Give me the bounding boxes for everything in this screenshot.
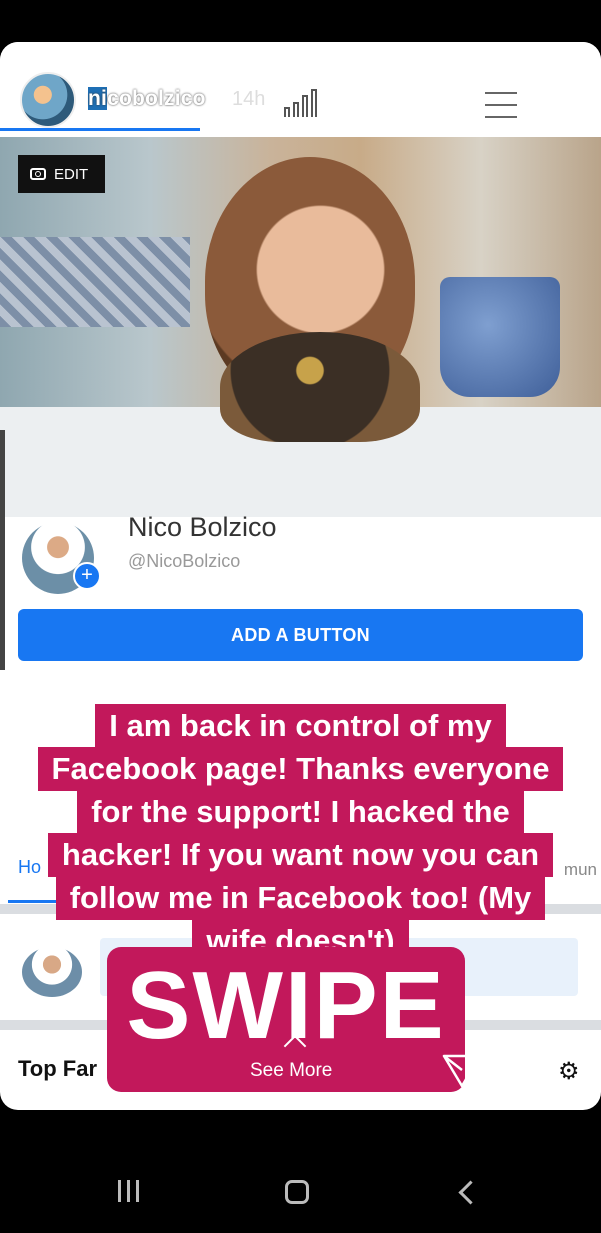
cover-photo: EDIT [0, 137, 601, 517]
back-icon[interactable] [458, 1180, 483, 1205]
story-progress-bar [10, 55, 591, 58]
tortoise [220, 332, 420, 442]
story-username[interactable]: nicobolzico [88, 87, 206, 111]
page-name: Nico Bolzico [128, 512, 277, 542]
hamburger-menu-icon[interactable] [485, 92, 517, 128]
progress-segment [522, 55, 591, 58]
progress-segment [229, 55, 298, 58]
caption-line-3: for the support! I hacked the [0, 790, 601, 834]
fb-tab-indicator [0, 128, 200, 131]
edit-cover-button[interactable]: EDIT [18, 155, 105, 193]
stats-bars-icon[interactable] [284, 89, 318, 117]
add-photo-plus-icon[interactable]: + [73, 562, 101, 590]
caption-line-5: follow me in Facebook too! (My [0, 876, 601, 920]
gear-icon[interactable]: ⚙ [558, 1057, 580, 1086]
recent-apps-icon[interactable] [118, 1180, 139, 1202]
home-icon[interactable] [285, 1180, 309, 1204]
progress-segment [156, 55, 225, 58]
progress-segment [376, 55, 445, 58]
camera-icon [30, 168, 46, 180]
add-a-button[interactable]: ADD A BUTTON [18, 609, 583, 661]
story-avatar[interactable] [20, 72, 76, 128]
story-header: nicobolzico 14h [0, 42, 601, 137]
progress-segment [10, 55, 79, 58]
kitchen-tiles [0, 237, 190, 327]
see-more-link[interactable]: See More [250, 1060, 332, 1082]
progress-segment [303, 55, 372, 58]
caption-line-4: hacker! If you want now you can [0, 833, 601, 877]
blue-mug [440, 277, 560, 397]
caption-line-2: Facebook page! Thanks everyone [0, 747, 601, 791]
story-timestamp: 14h [232, 88, 266, 110]
progress-segment [83, 55, 152, 58]
progress-segment [449, 55, 518, 58]
username-highlight: ni [88, 87, 108, 110]
username-rest: cobolzico [107, 87, 206, 110]
instagram-story[interactable]: nicobolzico 14h EDIT + Nico Bolzico @Nic… [0, 42, 601, 1110]
caption-line-1: I am back in control of my [0, 704, 601, 748]
top-fans-heading: Top Far [18, 1056, 98, 1081]
android-nav-bar [0, 1150, 601, 1233]
edge-shadow [0, 430, 5, 670]
send-icon[interactable] [442, 1052, 482, 1088]
page-handle: @NicoBolzico [128, 551, 241, 571]
edit-label: EDIT [54, 165, 89, 183]
